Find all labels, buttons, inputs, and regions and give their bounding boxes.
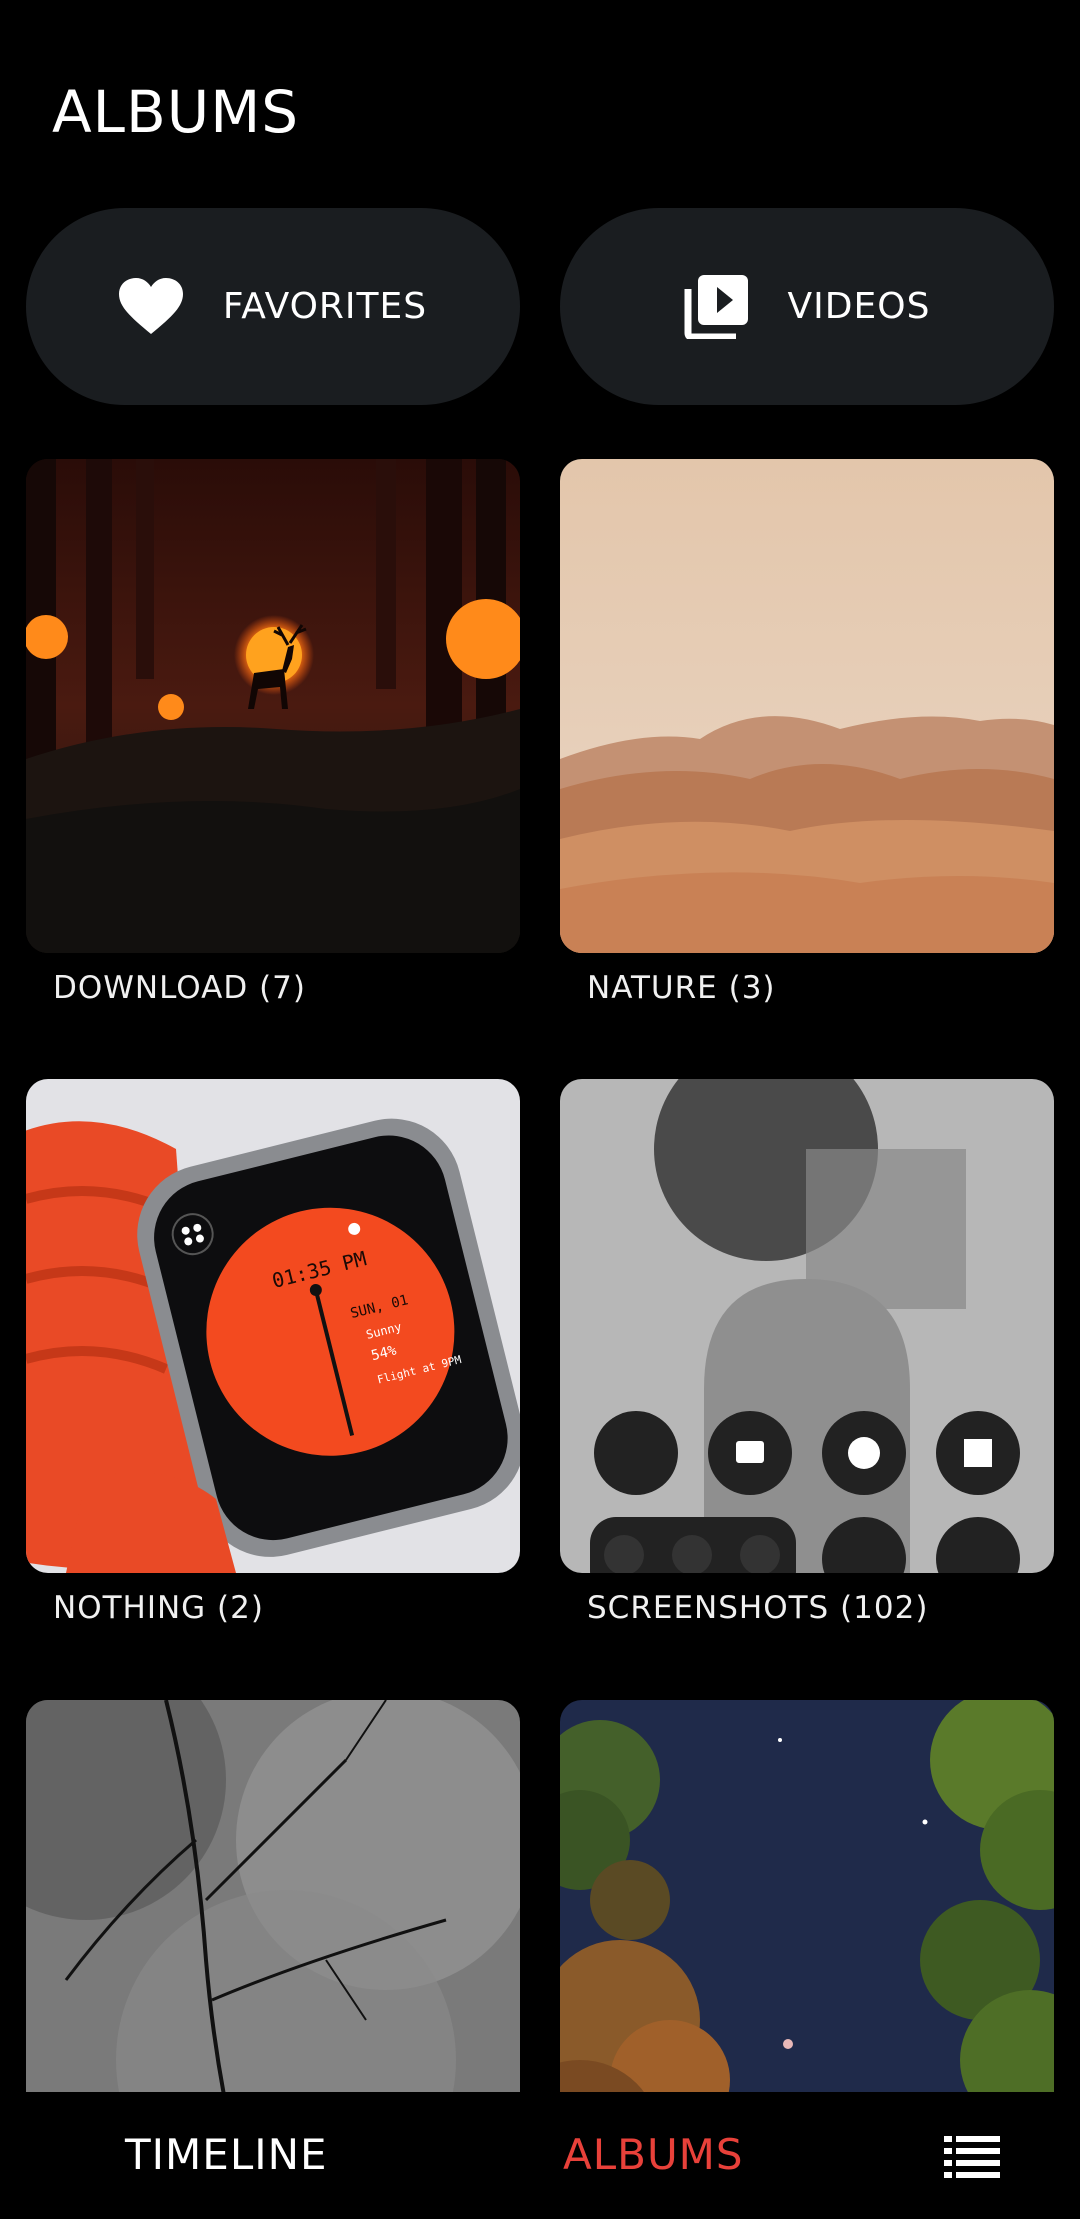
- album-download-caption: DOWNLOAD (7): [53, 970, 306, 1006]
- favorites-label: FAVORITES: [222, 286, 428, 327]
- album-nature-thumbnail[interactable]: [560, 459, 1054, 953]
- tab-albums[interactable]: ALBUMS: [563, 2130, 744, 2179]
- album-screenshots-thumbnail[interactable]: [560, 1079, 1054, 1573]
- album-nothing-caption: NOTHING (2): [53, 1590, 264, 1626]
- album-download-thumbnail[interactable]: [26, 459, 520, 953]
- videos-button[interactable]: VIDEOS: [560, 208, 1054, 405]
- album-nothing-thumbnail[interactable]: 01:35 PM SUN, 01 Sunny 54% Flight at 9PM: [26, 1079, 520, 1573]
- list-menu-icon[interactable]: [944, 2136, 1000, 2180]
- video-library-icon: [684, 274, 748, 339]
- favorites-button[interactable]: FAVORITES: [26, 208, 520, 405]
- tab-timeline[interactable]: TIMELINE: [125, 2130, 328, 2179]
- page-title: ALBUMS: [52, 78, 300, 146]
- heart-icon: [118, 275, 183, 339]
- videos-label: VIDEOS: [787, 286, 931, 327]
- album-nature-caption: NATURE (3): [587, 970, 776, 1006]
- album-screenshots-caption: SCREENSHOTS (102): [587, 1590, 929, 1626]
